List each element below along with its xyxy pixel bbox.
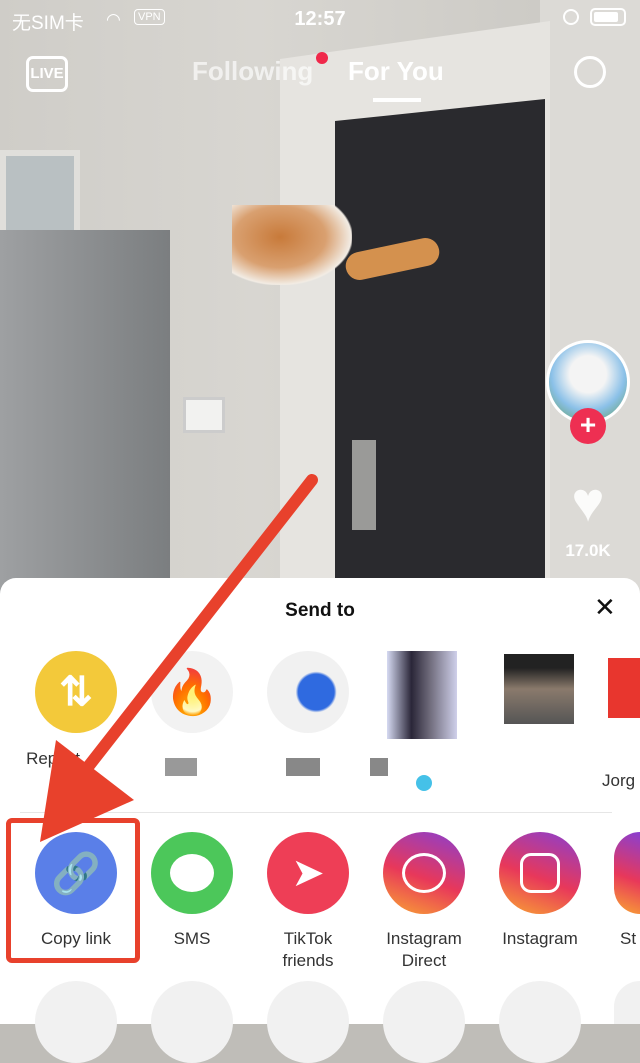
annotation-arrow bbox=[40, 474, 318, 842]
arrow-head bbox=[40, 740, 134, 842]
arrow-shaft bbox=[64, 474, 318, 796]
